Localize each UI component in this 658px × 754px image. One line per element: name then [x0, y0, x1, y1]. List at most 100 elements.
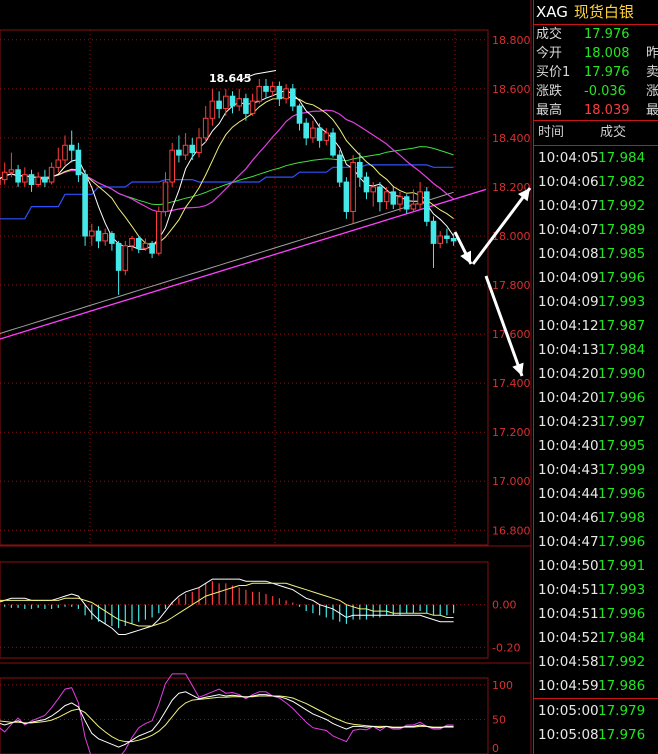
tick-price: 17.997 — [598, 414, 646, 430]
candle-body — [330, 132, 336, 156]
tick-price: 17.979 — [598, 703, 646, 719]
tick-price: 17.996 — [598, 486, 646, 502]
tick-time: 10:04:51 — [538, 606, 599, 622]
candle-body — [437, 235, 443, 244]
symbol-code: XAG — [536, 3, 568, 21]
field-label-2: 最 — [646, 103, 658, 118]
field-label-2: 昨 — [646, 46, 658, 61]
tick-row: 10:04:06 17.982 — [534, 170, 658, 194]
macd-dif-line — [0, 578, 454, 635]
tick-time: 10:04:51 — [538, 582, 599, 598]
tick-row: 10:04:51 17.996 — [534, 602, 658, 626]
candle-body — [82, 174, 88, 237]
candle-body — [169, 149, 175, 183]
candle-body — [229, 95, 236, 107]
macd-tick-label: -0.20 — [492, 641, 520, 654]
tick-row: 10:04:43 17.999 — [534, 458, 658, 482]
tick-price: 17.985 — [598, 246, 646, 262]
candle-body — [122, 245, 129, 271]
tick-price: 17.996 — [598, 390, 646, 406]
tick-row: 10:04:09 17.996 — [534, 266, 658, 290]
tick-row: 10:05:08 17.976 — [534, 723, 658, 747]
tick-row: 10:04:09 17.993 — [534, 290, 658, 314]
field-label-2: 卖 — [646, 65, 658, 80]
candle-body — [68, 144, 75, 151]
tick-row: 10:04:47 17.996 — [534, 530, 658, 554]
field-value: -0.036 — [584, 84, 626, 99]
candle-body — [48, 166, 55, 183]
candle-body — [263, 85, 269, 92]
tick-row: 10:04:12 17.987 — [534, 314, 658, 338]
tick-row: 10:04:58 17.992 — [534, 650, 658, 674]
tick-time: 10:04:47 — [538, 534, 599, 550]
tick-row: 10:04:52 17.984 — [534, 626, 658, 650]
ticks-header-price: 成交 — [600, 125, 627, 140]
candle-body — [397, 196, 403, 205]
candle-body — [350, 161, 356, 212]
price-tick-label: 18.400 — [492, 132, 531, 145]
kline-chart: 18.80018.60018.40018.20018.00017.80017.6… — [0, 0, 532, 754]
candle-body — [357, 161, 363, 178]
tick-price: 17.982 — [598, 174, 646, 190]
candle-body — [162, 181, 169, 212]
tick-time: 10:04:07 — [538, 198, 599, 214]
field-label-2: 涨 — [646, 84, 658, 99]
ticks-header-time: 时间 — [538, 125, 565, 140]
quote-fields: 成交 17.976 今开 18.008 昨 买价1 17.976 卖 涨跌 -0… — [534, 25, 658, 121]
field-label: 买价1 — [536, 65, 571, 80]
candle-body — [135, 237, 142, 249]
kdj-panel-frame — [0, 677, 489, 754]
candle-body — [95, 230, 102, 242]
tick-time: 10:04:43 — [538, 462, 599, 478]
price-tick-label: 18.800 — [492, 34, 531, 47]
quote-title: XAG 现货白银 — [534, 0, 658, 25]
price-tick-label: 17.000 — [492, 475, 531, 488]
tick-time: 10:04:50 — [538, 558, 599, 574]
candle-body — [196, 137, 202, 154]
kdj-tick-label: 50 — [492, 713, 506, 726]
candle-body — [303, 122, 309, 139]
candle-body — [156, 210, 162, 254]
ma120-line — [0, 191, 454, 334]
kdj-tick-label: 100 — [492, 679, 513, 692]
tick-price: 17.984 — [598, 150, 646, 166]
tick-price: 17.993 — [598, 582, 646, 598]
tick-time: 10:04:09 — [538, 294, 599, 310]
candle-body — [189, 144, 196, 154]
candle-body — [403, 196, 410, 210]
candle-body — [390, 191, 397, 205]
ma5-line — [0, 89, 455, 250]
tick-price: 17.987 — [598, 318, 646, 334]
kdj-d-line — [0, 695, 454, 743]
field-label: 成交 — [536, 27, 563, 42]
tick-time: 10:04:23 — [538, 414, 599, 430]
tick-price: 17.984 — [598, 630, 646, 646]
tick-row: 10:04:50 17.991 — [534, 554, 658, 578]
tick-price: 17.976 — [598, 727, 646, 743]
candle-body — [176, 149, 182, 156]
candle-body — [209, 100, 216, 119]
candle-body — [62, 144, 68, 161]
field-value: 17.976 — [584, 27, 630, 42]
ticks-list[interactable]: 10:04:05 17.984 10:04:06 17.982 10:04:07 17.9… — [534, 146, 658, 747]
candle-body — [450, 237, 457, 242]
candle-body — [8, 169, 15, 173]
ma10-line — [0, 96, 454, 246]
candle-body — [109, 233, 115, 244]
tick-price: 17.999 — [598, 462, 646, 478]
tick-time: 10:04:59 — [538, 678, 599, 694]
candle-body — [55, 159, 62, 168]
kdj-tick-label: 0 — [492, 742, 499, 754]
tick-row: 10:04:13 17.984 — [534, 338, 658, 362]
candle-body — [316, 127, 323, 141]
candle-body — [336, 154, 343, 183]
tick-time: 10:04:46 — [538, 510, 599, 526]
candle-body — [296, 105, 303, 124]
tick-time: 10:04:08 — [538, 246, 599, 262]
price-tick-label: 17.400 — [492, 377, 531, 390]
price-tick-label: 17.800 — [492, 279, 531, 292]
candle-body — [249, 100, 256, 114]
candle-body — [430, 220, 437, 244]
tick-price: 17.986 — [598, 678, 646, 694]
candle-body — [444, 235, 450, 239]
